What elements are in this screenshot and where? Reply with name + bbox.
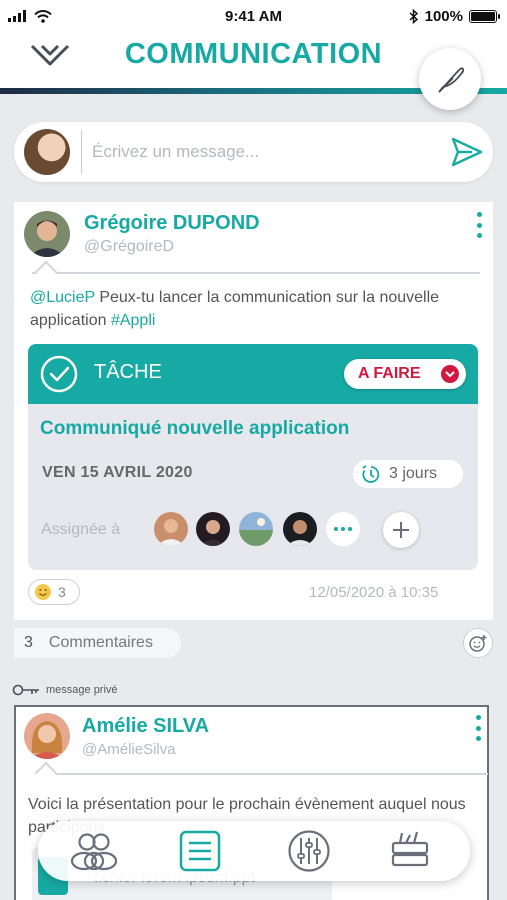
plus-icon xyxy=(393,522,409,538)
feather-icon xyxy=(438,67,465,93)
author-name[interactable]: Amélie SILVA xyxy=(82,715,209,738)
add-emoji-icon xyxy=(469,635,487,652)
reaction-badge[interactable]: 3 xyxy=(28,579,80,605)
author-name[interactable]: Grégoire DUPOND xyxy=(84,212,260,235)
divider xyxy=(81,130,82,174)
task-header: TÂCHE A FAIRE xyxy=(28,344,478,404)
assigned-label: Assignée à xyxy=(41,521,121,538)
compose-button[interactable] xyxy=(419,48,481,110)
private-message-marker: message privé xyxy=(12,684,118,696)
status-left xyxy=(8,9,128,23)
battery-icon xyxy=(469,9,500,23)
task-date: VEN 15 AVRIL 2020 xyxy=(42,464,193,481)
assignee-avatar[interactable] xyxy=(283,512,317,546)
message-composer xyxy=(14,122,493,182)
more-options-icon[interactable] xyxy=(471,715,485,741)
divider xyxy=(38,773,488,775)
chevron-down-icon xyxy=(441,365,459,383)
task-duration-badge: 3 jours xyxy=(353,460,463,488)
task-status-dropdown[interactable]: A FAIRE xyxy=(344,359,466,389)
add-assignee-button[interactable] xyxy=(383,512,419,548)
timer-icon xyxy=(362,465,380,483)
nav-settings[interactable] xyxy=(283,827,335,875)
nav-feed[interactable] xyxy=(174,827,226,875)
avatar xyxy=(24,129,70,175)
settings-sliders-icon xyxy=(288,830,330,872)
author-handle: @AmélieSilva xyxy=(82,741,176,758)
hashtag-link[interactable]: #Appli xyxy=(111,312,155,329)
post-timestamp: 12/05/2020 à 10:35 xyxy=(309,584,439,601)
author-handle: @GrégoireD xyxy=(84,238,175,255)
check-circle-icon[interactable] xyxy=(39,354,79,394)
send-icon[interactable] xyxy=(450,136,484,168)
more-options-icon[interactable] xyxy=(472,212,486,238)
task-status-label: A FAIRE xyxy=(358,365,421,382)
assignee-avatar[interactable] xyxy=(154,512,188,546)
nav-tools[interactable] xyxy=(384,827,436,875)
task-title: TÂCHE xyxy=(94,361,162,383)
assignee-avatar[interactable] xyxy=(239,512,273,546)
comments-label: Commentaires xyxy=(48,634,153,651)
post-text: @LucieP Peux-tu lancer la communication … xyxy=(30,286,470,332)
add-reaction-button[interactable] xyxy=(463,628,493,658)
mention-link[interactable]: @LucieP xyxy=(30,289,95,306)
battery-level xyxy=(471,11,495,21)
private-label: message privé xyxy=(46,684,118,696)
divider-notch xyxy=(34,761,58,785)
more-assignees-button[interactable] xyxy=(326,512,360,546)
avatar[interactable] xyxy=(24,713,70,759)
smiley-emoji-icon xyxy=(35,584,51,600)
tools-icon xyxy=(391,831,429,867)
nav-groups[interactable] xyxy=(68,827,120,875)
avatar[interactable] xyxy=(24,211,70,257)
task-duration: 3 jours xyxy=(389,465,438,482)
battery-percent: 100% xyxy=(424,7,463,25)
task-card[interactable]: TÂCHE A FAIRE Communiqué nouvelle applic… xyxy=(28,344,478,570)
comments-count: 3 xyxy=(24,634,33,651)
status-bar: 9:41 AM 100% xyxy=(0,0,507,32)
assignee-avatar[interactable] xyxy=(196,512,230,546)
divider-notch xyxy=(34,260,58,284)
key-icon xyxy=(12,684,39,696)
bottom-nav xyxy=(38,821,470,881)
wifi-icon xyxy=(34,9,52,23)
message-input[interactable] xyxy=(92,138,432,166)
task-name: Communiqué nouvelle application xyxy=(40,418,350,439)
groups-icon xyxy=(70,833,118,871)
status-right: 100% xyxy=(409,7,500,25)
signal-icon xyxy=(8,10,26,22)
feed-icon xyxy=(179,830,221,872)
reaction-count: 3 xyxy=(58,584,66,600)
post-card: Grégoire DUPOND @GrégoireD @LucieP Peux-… xyxy=(14,202,493,620)
bluetooth-icon xyxy=(409,8,418,24)
comments-button[interactable]: 3 Commentaires xyxy=(14,628,181,658)
divider xyxy=(32,272,480,274)
